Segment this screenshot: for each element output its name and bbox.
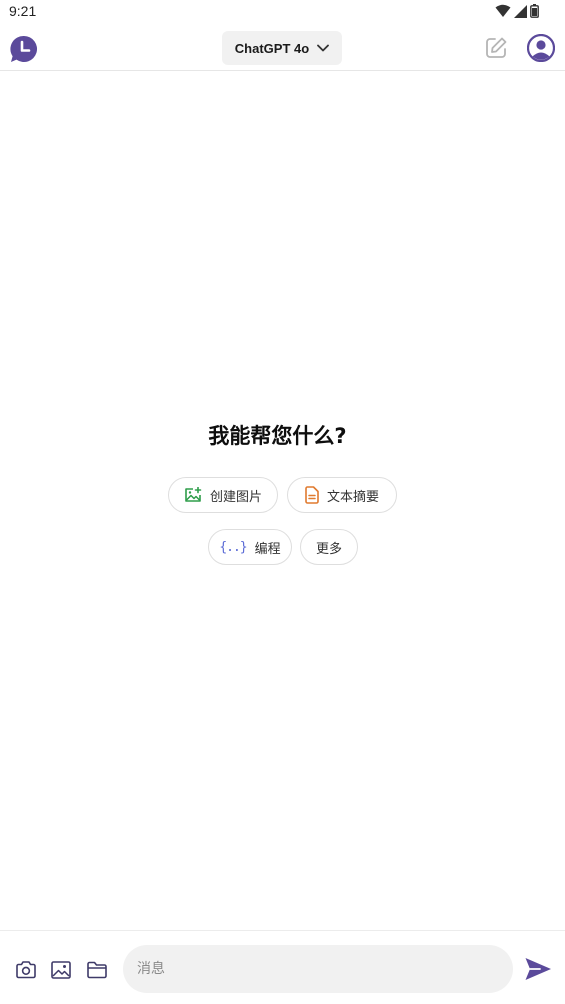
summarize-text-chip[interactable]: 文本摘要 bbox=[287, 477, 397, 513]
signal-icon bbox=[514, 4, 527, 18]
composer-bar bbox=[0, 930, 565, 1004]
code-braces-icon: {..} bbox=[219, 539, 247, 555]
chat-history-icon bbox=[10, 35, 38, 62]
send-button[interactable] bbox=[524, 956, 552, 982]
chip-label: 文本摘要 bbox=[326, 489, 379, 505]
wifi-icon bbox=[495, 4, 511, 17]
message-input[interactable] bbox=[123, 945, 513, 993]
chip-label: 更多 bbox=[315, 541, 342, 557]
model-label: ChatGPT 4o bbox=[234, 40, 310, 56]
chip-label: 创建图片 bbox=[209, 489, 262, 505]
edit-square-icon bbox=[486, 37, 507, 58]
camera-button[interactable] bbox=[15, 959, 37, 981]
status-bar: 9:21 bbox=[0, 0, 565, 24]
coding-chip[interactable]: {..} 编程 bbox=[208, 529, 292, 565]
welcome-title: 我能帮您什么? bbox=[208, 424, 347, 448]
new-chat-button[interactable] bbox=[484, 36, 508, 60]
create-image-chip[interactable]: 创建图片 bbox=[168, 477, 278, 513]
chevron-down-icon bbox=[317, 44, 330, 52]
battery-icon bbox=[530, 4, 539, 18]
photo-button[interactable] bbox=[50, 959, 72, 981]
user-avatar-icon bbox=[526, 33, 556, 63]
send-icon bbox=[525, 958, 551, 980]
chip-label: 编程 bbox=[254, 541, 281, 557]
top-app-bar: ChatGPT 4o bbox=[0, 24, 565, 71]
folder-icon bbox=[87, 961, 107, 979]
image-plus-icon bbox=[185, 487, 202, 502]
profile-button[interactable] bbox=[526, 33, 556, 63]
history-button[interactable] bbox=[10, 35, 38, 63]
model-selector[interactable]: ChatGPT 4o bbox=[222, 31, 342, 65]
camera-icon bbox=[16, 961, 36, 979]
app-screen: 9:21 ChatGPT 4o 我能帮您什么? 创建图片 文本摘要 {..} 编… bbox=[0, 0, 565, 1004]
document-icon bbox=[305, 486, 319, 504]
image-icon bbox=[51, 961, 71, 979]
status-icons bbox=[495, 4, 539, 18]
status-time: 9:21 bbox=[9, 3, 37, 19]
more-chip[interactable]: 更多 bbox=[300, 529, 358, 565]
file-button[interactable] bbox=[86, 959, 108, 981]
